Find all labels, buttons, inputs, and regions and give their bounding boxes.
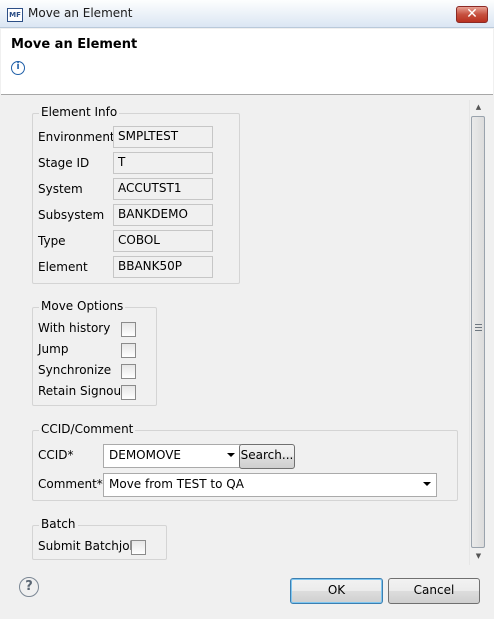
jump-checkbox[interactable] [121,343,136,358]
vertical-scrollbar[interactable]: ▲ ▼ [469,100,486,565]
type-label: Type [38,234,66,248]
ccid-comment-group: CCID/Comment CCID* DEMOMOVE Search... Co… [32,422,458,501]
system-value: ACCUTST1 [113,178,213,200]
scroll-down-icon[interactable]: ▼ [470,549,487,564]
scroll-thumb[interactable] [471,116,485,548]
dialog-header: Move an Element i [1,29,493,95]
search-button[interactable]: Search... [239,444,295,469]
title-bar: MF Move an Element ✕ [0,0,494,28]
info-icon: i [11,61,25,75]
move-options-title: Move Options [39,299,126,313]
ccid-value: DEMOMOVE [109,448,181,462]
synchronize-checkbox[interactable] [121,364,136,379]
comment-value: Move from TEST to QA [109,477,244,491]
environment-value: SMPLTEST [113,126,213,148]
ok-button[interactable]: OK [290,578,383,604]
subsystem-label: Subsystem [38,208,105,222]
comment-combo[interactable]: Move from TEST to QA [103,473,437,497]
element-value: BBANK50P [113,256,213,278]
stage-id-label: Stage ID [38,156,90,170]
type-value: COBOL [113,230,213,252]
dialog-title: Move an Element [11,37,138,52]
retain-signout-label: Retain Signout [38,384,126,398]
ccid-combo[interactable]: DEMOMOVE [103,444,241,468]
synchronize-label: Synchronize [38,363,112,377]
jump-label: Jump [38,342,69,356]
environment-label: Environment [38,130,115,144]
batch-group: Batch Submit Batchjob [32,517,167,560]
with-history-label: With history [38,321,111,335]
element-label: Element [38,260,88,274]
stage-id-value: T [113,152,213,174]
move-options-group: Move Options With history Jump Synchroni… [32,299,157,406]
chevron-down-icon [227,453,235,457]
ccid-comment-title: CCID/Comment [39,422,136,436]
close-icon: ✕ [466,6,478,22]
app-icon: MF [7,8,23,22]
system-label: System [38,182,83,196]
subsystem-value: BANKDEMO [113,204,213,226]
batch-title: Batch [39,517,78,531]
submit-batchjob-checkbox[interactable] [131,540,146,555]
with-history-checkbox[interactable] [121,322,136,337]
cancel-button[interactable]: Cancel [388,578,480,604]
ccid-label: CCID* [38,448,74,462]
comment-label: Comment* [38,477,103,491]
grip-icon [475,324,482,332]
window-title: Move an Element [28,6,133,20]
help-icon[interactable]: ? [19,577,39,597]
chevron-down-icon [423,482,431,486]
close-button[interactable]: ✕ [456,6,488,23]
element-info-title: Element Info [39,105,120,119]
retain-signout-checkbox[interactable] [121,385,136,400]
scroll-up-icon[interactable]: ▲ [470,100,487,115]
element-info-group: Element Info Environment SMPLTEST Stage … [32,105,240,284]
submit-batchjob-label: Submit Batchjob [38,539,138,553]
